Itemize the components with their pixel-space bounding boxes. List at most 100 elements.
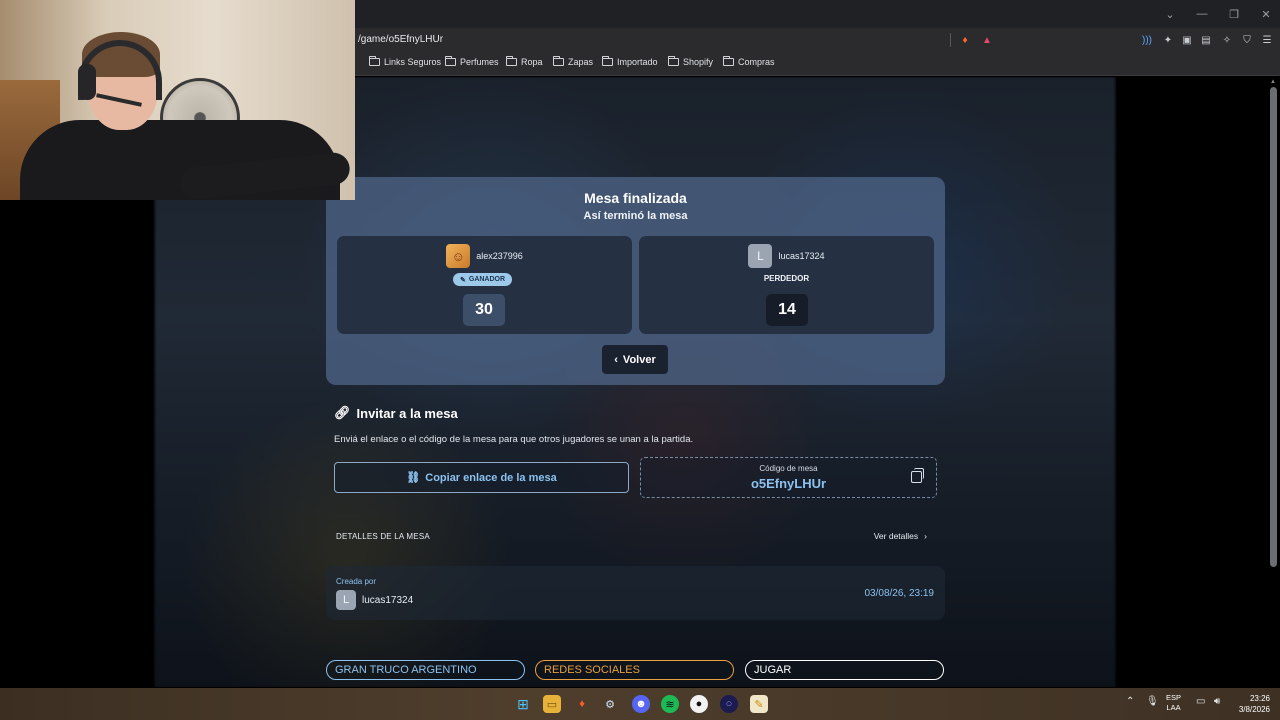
code-label: Código de mesa xyxy=(759,464,818,473)
folder-icon xyxy=(506,56,517,66)
brave-browser-icon[interactable]: ♦ xyxy=(573,695,591,713)
winner-username: alex237996 xyxy=(476,251,523,261)
link-icon: ⛓︎ xyxy=(406,472,421,484)
folder-icon xyxy=(723,56,734,66)
bookmark-label: Links Seguros xyxy=(384,57,442,67)
footer-redes-sociales-button[interactable]: REDES SOCIALES xyxy=(535,660,734,680)
bookmark-label: Importado xyxy=(617,57,658,67)
back-button[interactable]: ‹ Volver xyxy=(602,345,668,374)
window-controls: ⌄ — ❐ ✕ xyxy=(1152,0,1280,28)
url-divider xyxy=(950,33,951,47)
bookmark-label: Compras xyxy=(738,57,775,67)
invite-heading: 🔗︎ Invitar a la mesa xyxy=(334,405,458,421)
creator-avatar: L xyxy=(336,590,356,610)
creator-username: lucas17324 xyxy=(362,594,414,606)
folder-icon xyxy=(553,56,564,66)
creator: L lucas17324 xyxy=(336,590,413,610)
details-label: DETALLES DE LA MESA xyxy=(336,532,430,541)
clock-time: 23:26 xyxy=(1249,694,1270,703)
url-field[interactable]: /game/o5EfnyLHUr xyxy=(358,34,443,45)
bookmark-compras[interactable]: Compras xyxy=(723,56,775,67)
created-by-label: Creada por xyxy=(336,577,377,586)
bookmark-perfumes[interactable]: Perfumes xyxy=(445,56,499,67)
sidebar-icon[interactable]: ▣ xyxy=(1180,33,1194,47)
vpn-shield-icon[interactable]: ⛉ xyxy=(1240,33,1254,47)
audio-icon[interactable]: ))) xyxy=(1140,33,1154,47)
page-scrollbar[interactable] xyxy=(1270,87,1277,567)
bookmark-links-seguros[interactable]: Links Seguros xyxy=(369,56,442,67)
winner-badge-label: GANADOR xyxy=(468,276,506,283)
result-subtitle: Así terminó la mesa xyxy=(583,210,688,222)
invite-description: Enviá el enlace o el código de la mesa p… xyxy=(334,434,694,445)
footer-jugar-button[interactable]: JUGAR xyxy=(745,660,944,680)
loser-username: lucas17324 xyxy=(778,251,825,261)
discord-icon[interactable]: ☻ xyxy=(632,695,650,713)
copy-icon[interactable] xyxy=(911,468,924,483)
restore-icon[interactable]: ❐ xyxy=(1220,0,1248,28)
brave-shields-icon[interactable]: ♦ xyxy=(958,33,972,47)
microphone-icon[interactable]: 🎙︎ xyxy=(1146,696,1159,707)
notepad-icon[interactable]: ✎ xyxy=(750,695,768,713)
app-icon[interactable]: ○ xyxy=(720,695,738,713)
language-indicator[interactable]: ESP LAA xyxy=(1166,693,1181,713)
folder-icon xyxy=(369,56,380,66)
windows-start-icon[interactable]: ⊞ xyxy=(514,695,532,713)
bookmark-zapas[interactable]: Zapas xyxy=(553,56,594,67)
result-card: Mesa finalizada Así terminó la mesa ☺ al… xyxy=(326,177,945,385)
bookmark-label: Perfumes xyxy=(460,57,499,67)
keyboard-layout: LAA xyxy=(1166,703,1181,712)
show-hidden-icons-icon[interactable]: ⌃ xyxy=(1126,696,1134,707)
steam-icon[interactable]: ⚙ xyxy=(601,695,619,713)
bookmark-ropa[interactable]: Ropa xyxy=(506,56,543,67)
loser-avatar: L xyxy=(748,244,773,268)
creator-card: Creada por L lucas17324 03/08/26, 23:19 xyxy=(326,566,945,620)
brave-rewards-icon[interactable]: ▲ xyxy=(980,33,994,47)
created-at: 03/08/26, 23:19 xyxy=(864,588,934,599)
clock[interactable]: 23:26 3/8/2026 xyxy=(1232,693,1270,715)
link-icon: 🔗︎ xyxy=(334,405,351,420)
bookmark-label: Zapas xyxy=(568,57,594,67)
headset-earcup xyxy=(78,64,96,100)
view-details-link[interactable]: Ver detalles › xyxy=(874,531,927,541)
loser-badge: PERDEDOR xyxy=(763,274,810,283)
loser-header: L lucas17324 xyxy=(639,244,934,268)
chevron-right-icon: › xyxy=(924,531,927,541)
clock-date: 3/8/2026 xyxy=(1238,705,1270,714)
bookmark-shopify[interactable]: Shopify xyxy=(668,56,714,67)
bookmark-label: Shopify xyxy=(683,57,714,67)
trophy-icon: ✎ xyxy=(460,276,466,284)
folder-icon xyxy=(445,56,456,66)
file-explorer-icon[interactable]: ▭ xyxy=(543,695,561,713)
copy-link-button[interactable]: ⛓︎ Copiar enlace de la mesa xyxy=(334,462,629,493)
wallet-icon[interactable]: ▤ xyxy=(1199,33,1213,47)
winner-header: ☺ alex237996 xyxy=(337,244,632,268)
view-details-label: Ver detalles xyxy=(873,531,919,541)
loser-card: L lucas17324 PERDEDOR 14 xyxy=(639,236,934,334)
footer-gran-truco-button[interactable]: GRAN TRUCO ARGENTINO xyxy=(326,660,525,680)
winner-card: ☺ alex237996 ✎ GANADOR 30 xyxy=(337,236,632,334)
menu-icon[interactable]: ☰ xyxy=(1260,33,1274,47)
extensions-icon[interactable]: ✦ xyxy=(1161,33,1175,47)
windows-taskbar: ⊞ ▭ ♦ ⚙ ☻ ≋ ● ○ ✎ ⌃ 🎙︎ ESP LAA ▭ 🔊︎ 23:2… xyxy=(0,688,1280,720)
invite-title: Invitar a la mesa xyxy=(356,405,458,421)
result-title: Mesa finalizada xyxy=(584,190,687,206)
winner-avatar: ☺ xyxy=(446,244,471,268)
back-button-label: Volver xyxy=(622,353,656,366)
scroll-up-icon[interactable]: ▲ xyxy=(1270,79,1276,85)
volume-icon[interactable]: 🔊︎ xyxy=(1214,696,1220,707)
display-icon[interactable]: ▭ xyxy=(1196,696,1205,707)
bookmark-importado[interactable]: Importado xyxy=(602,56,658,67)
winner-score: 30 xyxy=(463,294,505,326)
chevron-left-icon: ‹ xyxy=(614,353,618,366)
copy-link-label: Copiar enlace de la mesa xyxy=(425,471,557,484)
bookmark-label: Ropa xyxy=(521,57,543,67)
tab-list-icon[interactable]: ⌄ xyxy=(1156,0,1184,28)
code-value: o5EfnyLHUr xyxy=(750,476,827,491)
spotify-icon[interactable]: ≋ xyxy=(661,695,679,713)
language-code: ESP xyxy=(1166,693,1182,702)
obs-icon[interactable]: ● xyxy=(690,695,708,713)
minimize-icon[interactable]: — xyxy=(1188,0,1216,28)
loser-score: 14 xyxy=(766,294,808,326)
leo-ai-icon[interactable]: ✧ xyxy=(1220,33,1234,47)
close-icon[interactable]: ✕ xyxy=(1252,0,1280,28)
